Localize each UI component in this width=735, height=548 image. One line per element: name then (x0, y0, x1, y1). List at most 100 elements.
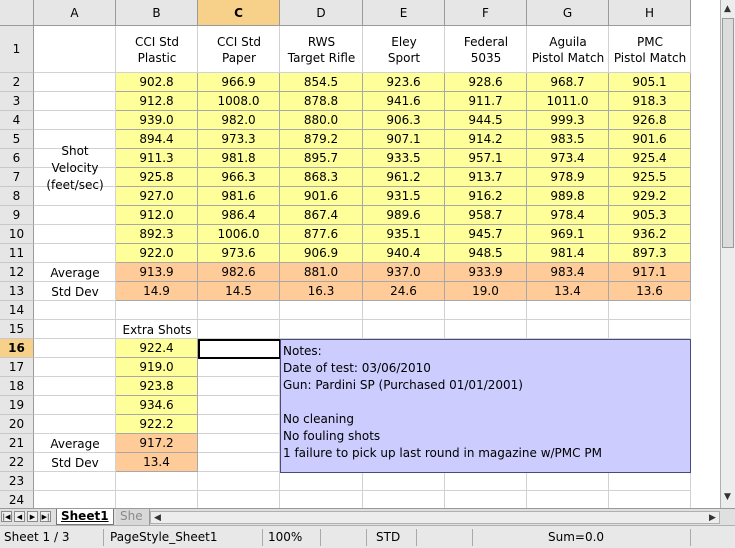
cell[interactable] (445, 301, 527, 320)
status-zoom[interactable]: 100% (268, 529, 318, 546)
column-header-c[interactable]: C (198, 0, 280, 26)
tab-sheet2[interactable]: She (116, 509, 150, 525)
cell[interactable] (34, 301, 116, 320)
velocity-cell[interactable]: 931.5 (363, 187, 445, 206)
ammo-header[interactable]: CCI Std Plastic (116, 34, 198, 66)
velocity-cell[interactable]: 895.7 (280, 149, 363, 168)
stddev-cell[interactable]: 14.9 (116, 282, 198, 301)
velocity-cell[interactable]: 854.5 (280, 73, 363, 92)
select-all-corner[interactable] (0, 0, 34, 26)
row-header-10[interactable]: 10 (0, 225, 34, 244)
row-header-20[interactable]: 20 (0, 415, 34, 434)
cell[interactable] (34, 377, 116, 396)
row-header-23[interactable]: 23 (0, 472, 34, 491)
velocity-cell[interactable]: 912.0 (116, 206, 198, 225)
cell[interactable] (445, 472, 527, 491)
row-header-9[interactable]: 9 (0, 206, 34, 225)
velocity-cell[interactable]: 916.2 (445, 187, 527, 206)
velocity-cell[interactable]: 918.3 (609, 92, 691, 111)
velocity-cell[interactable]: 939.0 (116, 111, 198, 130)
cell[interactable] (34, 415, 116, 434)
scroll-up-icon[interactable]: ▲ (721, 2, 734, 16)
average-cell[interactable]: 983.4 (527, 263, 609, 282)
cell[interactable] (445, 320, 527, 339)
velocity-cell[interactable]: 973.4 (527, 149, 609, 168)
row-header-15[interactable]: 15 (0, 320, 34, 339)
stddev-cell[interactable]: 19.0 (445, 282, 527, 301)
velocity-cell[interactable]: 892.3 (116, 225, 198, 244)
velocity-cell[interactable]: 933.5 (363, 149, 445, 168)
tab-sheet1[interactable]: Sheet1 (56, 509, 114, 525)
row-header-1[interactable]: 1 (0, 26, 34, 73)
cell[interactable] (363, 301, 445, 320)
cell[interactable] (363, 472, 445, 491)
next-sheet-icon[interactable]: ▶ (27, 511, 38, 522)
cell[interactable] (34, 73, 116, 92)
cell[interactable] (34, 206, 116, 225)
velocity-cell[interactable]: 929.2 (609, 187, 691, 206)
row-header-17[interactable]: 17 (0, 358, 34, 377)
extra-shot-cell[interactable]: 934.6 (116, 396, 198, 415)
cell[interactable] (609, 301, 691, 320)
velocity-cell[interactable]: 948.5 (445, 244, 527, 263)
velocity-cell[interactable]: 902.8 (116, 73, 198, 92)
velocity-cell[interactable]: 1011.0 (527, 92, 609, 111)
row-header-7[interactable]: 7 (0, 168, 34, 187)
velocity-cell[interactable]: 999.3 (527, 111, 609, 130)
velocity-cell[interactable]: 901.6 (609, 130, 691, 149)
cell[interactable] (445, 491, 527, 508)
ammo-header[interactable]: Aguila Pistol Match (527, 34, 609, 66)
cell[interactable] (34, 92, 116, 111)
cell[interactable] (527, 301, 609, 320)
velocity-cell[interactable]: 957.1 (445, 149, 527, 168)
scroll-left-icon[interactable]: ◀ (151, 511, 164, 525)
velocity-cell[interactable]: 981.8 (198, 149, 280, 168)
cell[interactable] (116, 472, 198, 491)
spreadsheet-grid[interactable]: ABCDEFGH 1 2 3 4 5 6 7 8 9 10 11 12 13 14 15 16 17 18 19 20… (0, 0, 720, 508)
average-cell[interactable]: 982.6 (198, 263, 280, 282)
velocity-cell[interactable]: 905.3 (609, 206, 691, 225)
average-cell[interactable]: 881.0 (280, 263, 363, 282)
velocity-cell[interactable]: 868.3 (280, 168, 363, 187)
velocity-cell[interactable]: 978.9 (527, 168, 609, 187)
cell[interactable] (363, 491, 445, 508)
velocity-cell[interactable]: 913.7 (445, 168, 527, 187)
velocity-cell[interactable]: 923.6 (363, 73, 445, 92)
stddev-cell[interactable]: 14.5 (198, 282, 280, 301)
row-header-3[interactable]: 3 (0, 92, 34, 111)
cell[interactable] (34, 358, 116, 377)
velocity-cell[interactable]: 981.6 (198, 187, 280, 206)
cell[interactable] (198, 453, 280, 472)
velocity-cell[interactable]: 966.3 (198, 168, 280, 187)
row-header-12[interactable]: 12 (0, 263, 34, 282)
cell[interactable] (198, 491, 280, 508)
scroll-down-icon[interactable]: ▼ (721, 490, 734, 504)
row-header-4[interactable]: 4 (0, 111, 34, 130)
velocity-cell[interactable]: 1006.0 (198, 225, 280, 244)
velocity-cell[interactable]: 925.5 (609, 168, 691, 187)
velocity-cell[interactable]: 941.6 (363, 92, 445, 111)
row-header-21[interactable]: 21 (0, 434, 34, 453)
ammo-header[interactable]: Eley Sport (363, 34, 445, 66)
row-header-2[interactable]: 2 (0, 73, 34, 92)
velocity-cell[interactable]: 973.6 (198, 244, 280, 263)
cell[interactable] (527, 320, 609, 339)
velocity-cell[interactable]: 897.3 (609, 244, 691, 263)
column-header-f[interactable]: F (445, 0, 527, 26)
velocity-cell[interactable]: 914.2 (445, 130, 527, 149)
velocity-cell[interactable]: 940.4 (363, 244, 445, 263)
ammo-header[interactable]: RWS Target Rifle (280, 34, 363, 66)
cell[interactable] (34, 244, 116, 263)
velocity-cell[interactable]: 981.4 (527, 244, 609, 263)
column-header-g[interactable]: G (527, 0, 609, 26)
cell[interactable] (34, 320, 116, 339)
vertical-scroll-thumb[interactable] (722, 18, 734, 248)
velocity-cell[interactable]: 989.6 (363, 206, 445, 225)
row-header-5[interactable]: 5 (0, 130, 34, 149)
velocity-cell[interactable]: 880.0 (280, 111, 363, 130)
velocity-cell[interactable]: 911.7 (445, 92, 527, 111)
row-header-18[interactable]: 18 (0, 377, 34, 396)
row-header-11[interactable]: 11 (0, 244, 34, 263)
velocity-cell[interactable]: 911.3 (116, 149, 198, 168)
cell[interactable] (116, 301, 198, 320)
